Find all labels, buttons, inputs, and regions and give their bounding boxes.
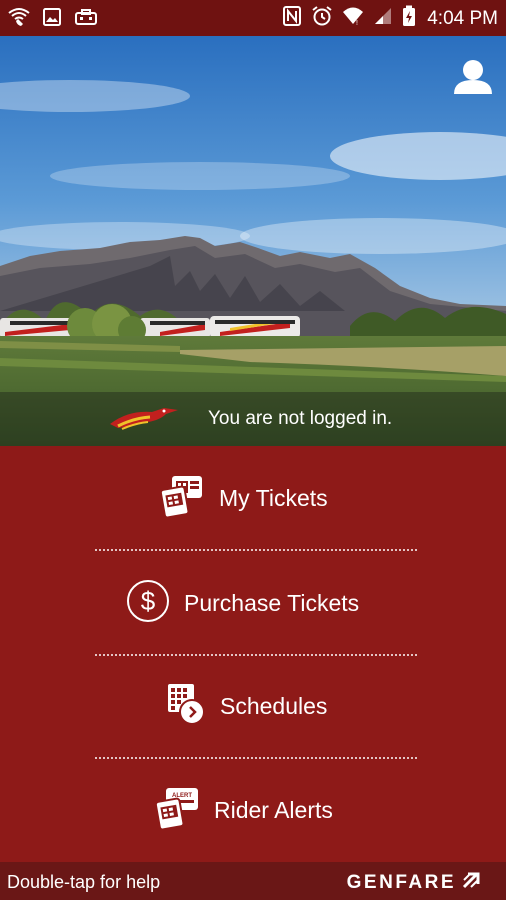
alert-icon: ALERT <box>154 786 200 835</box>
help-hint-text: Double-tap for help <box>7 872 161 892</box>
login-status-bar: You are not logged in. <box>0 392 506 446</box>
menu-item-my-tickets[interactable]: My Tickets <box>0 446 506 550</box>
gallery-icon <box>42 7 62 32</box>
landscape-photo <box>0 36 506 446</box>
status-bar: ! 4:04 PM <box>0 0 506 36</box>
svg-text:$: $ <box>141 586 156 616</box>
person-icon <box>454 60 492 94</box>
profile-button[interactable] <box>452 56 494 98</box>
status-right-icons: ! 4:04 PM <box>282 5 498 32</box>
status-left-icons <box>8 7 98 32</box>
briefcase-icon <box>74 7 98 32</box>
genfare-logo: GENFARE <box>347 871 482 894</box>
wifi-icon: ! <box>342 6 364 31</box>
menu-item-purchase-tickets[interactable]: $ Purchase Tickets <box>0 551 506 655</box>
menu-item-label: My Tickets <box>219 484 328 511</box>
menu-item-rider-alerts[interactable]: ALERT Rider Alerts <box>0 758 506 862</box>
hero-banner: You are not logged in. <box>0 36 506 446</box>
alarm-icon <box>311 5 333 32</box>
battery-charging-icon <box>402 5 416 32</box>
footer-bar: Double-tap for help GENFARE <box>0 862 506 900</box>
login-status-text: You are not logged in. <box>208 408 393 429</box>
tickets-icon <box>159 474 205 523</box>
signal-icon <box>373 6 393 31</box>
genfare-arrow-icon <box>462 871 482 894</box>
wifi-calling-icon <box>8 7 30 32</box>
roadrunner-logo-icon <box>108 402 180 437</box>
schedule-icon <box>166 682 206 731</box>
menu-item-label: Schedules <box>220 692 328 719</box>
menu-item-label: Rider Alerts <box>214 796 333 823</box>
menu-item-schedules[interactable]: Schedules <box>0 654 506 758</box>
dollar-icon: $ <box>126 579 170 628</box>
menu-item-label: Purchase Tickets <box>184 589 360 616</box>
status-time: 4:04 PM <box>427 7 498 29</box>
svg-text:!: ! <box>356 20 358 26</box>
main-menu: My Tickets $ Purchase Tickets Schedules … <box>0 446 506 862</box>
brand-name: GENFARE <box>346 871 456 893</box>
nfc-icon <box>282 5 302 32</box>
